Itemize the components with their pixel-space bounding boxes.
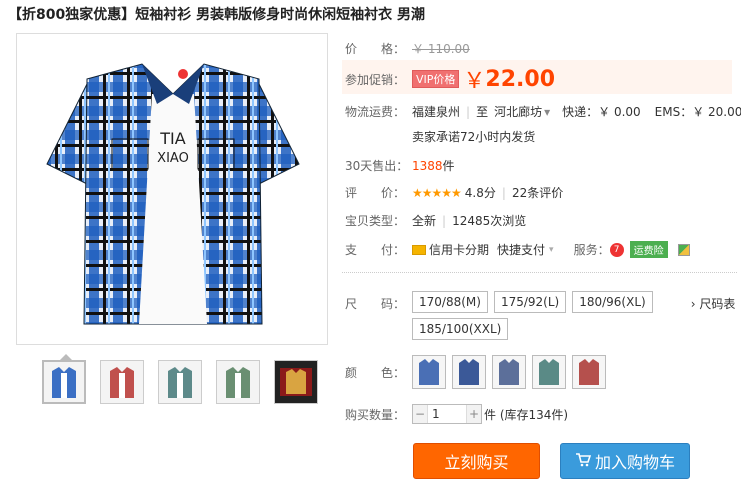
thumbnail-1[interactable] <box>42 354 86 404</box>
svg-text:XIAO: XIAO <box>157 151 189 166</box>
chevron-down-icon[interactable]: ▾ <box>544 105 550 119</box>
type-row: 宝贝类型： 全新 | 12485次浏览 <box>345 212 526 229</box>
sales-count: 1388 <box>412 158 443 173</box>
size-option[interactable]: 180/96(XL) <box>572 291 653 313</box>
payment-row: 支 付： 信用卡分期 快捷支付 ▾ 服务： 7 运费险 <box>345 241 690 258</box>
quantity-stepper: − 1 + <box>412 404 482 424</box>
rating-sep: | <box>501 185 506 200</box>
view-count: 12485次浏览 <box>452 214 527 228</box>
color-option[interactable] <box>532 355 566 389</box>
guarantee-icon[interactable] <box>677 243 690 256</box>
rating-row: 评 价： ★★★★★ 4.8分 | 22条评价 <box>345 184 563 201</box>
main-product-image[interactable]: TIA XIAO <box>16 33 328 345</box>
promo-currency: ￥ <box>463 69 486 94</box>
quantity-row: 购买数量： − 1 + 件 (库存134件) <box>345 404 568 424</box>
sales-unit: 件 <box>442 159 455 173</box>
color-label: 颜 色： <box>345 365 406 380</box>
quantity-label: 购买数量： <box>345 407 406 422</box>
ship-promise-text: 卖家承诺72小时内发货 <box>412 130 536 144</box>
shipping-from: 福建泉州 <box>412 105 461 119</box>
shipping-destination[interactable]: 河北廊坊 <box>494 103 542 120</box>
color-option[interactable] <box>572 355 606 389</box>
size-label: 尺 码： <box>345 297 406 311</box>
ems-fee: EMS：￥ 20.00 <box>654 105 741 119</box>
rating-label: 评 价： <box>345 186 406 200</box>
shipping-sep: | <box>466 104 471 119</box>
stock-info: 件 (库存134件) <box>484 407 569 422</box>
promo-row: 参加促销： VIP价格 ￥ 22.00 <box>345 63 555 95</box>
credit-installment[interactable]: 信用卡分期 <box>429 241 489 258</box>
shipping-to-prefix: 至 <box>476 105 489 119</box>
thumbnail-4[interactable] <box>216 360 260 404</box>
title-name: 短袖衬衫 男装韩版修身时尚休闲短袖衬衣 男潮 <box>135 7 425 23</box>
rating-stars: ★★★★★ <box>412 185 462 200</box>
vip-tag: VIP价格 <box>412 70 460 88</box>
product-title: 【折800独家优惠】短袖衬衫 男装韩版修身时尚休闲短袖衬衣 男潮 <box>8 4 425 24</box>
shipping-label: 物流运费： <box>345 105 406 119</box>
size-option[interactable]: 185/100(XXL) <box>412 318 509 340</box>
ship-promise: 卖家承诺72小时内发货 <box>412 128 535 145</box>
quantity-input[interactable]: 1 <box>427 405 467 423</box>
express-fee: 快递：￥ 0.00 <box>562 105 641 119</box>
color-row: 颜 色： <box>345 355 612 389</box>
promo-price: 22.00 <box>485 66 556 92</box>
color-option[interactable] <box>492 355 526 389</box>
type-label: 宝贝类型： <box>345 214 406 228</box>
buy-now-label: 立刻购买 <box>444 453 509 472</box>
seven-day-return-icon[interactable]: 7 <box>609 242 624 257</box>
original-price: ￥ 110.00 <box>412 42 470 56</box>
thumbnail-3[interactable] <box>158 360 202 404</box>
increment-button[interactable]: + <box>467 405 481 423</box>
shipping-row: 物流运费： 福建泉州 | 至 河北廊坊 ▾ 快递：￥ 0.00 EMS：￥ 20… <box>345 103 741 120</box>
svg-text:TIA: TIA <box>159 129 185 148</box>
buy-now-button[interactable]: 立刻购买 <box>413 443 540 479</box>
color-option[interactable] <box>452 355 486 389</box>
thumbnail-5[interactable] <box>274 360 318 404</box>
size-row: 尺 码： 170/88(M) 175/92(L) 180/96(XL) › 尺码… <box>345 291 735 313</box>
credit-card-icon <box>412 244 426 255</box>
payment-label: 支 付： <box>345 243 406 257</box>
reviews-link[interactable]: 22条评价 <box>512 184 563 201</box>
condition: 全新 <box>412 214 437 228</box>
sales-label: 30天售出： <box>345 159 409 173</box>
price-row: 价 格： ￥ 110.00 <box>345 40 470 57</box>
color-option[interactable] <box>412 355 446 389</box>
size-option[interactable]: 170/88(M) <box>412 291 488 313</box>
size-option[interactable]: 175/92(L) <box>493 291 567 313</box>
size-row-2: 185/100(XXL) <box>412 318 514 340</box>
type-sep: | <box>442 213 447 228</box>
shipping-insurance-badge[interactable]: 运费险 <box>629 241 668 258</box>
rating-score: 4.8分 <box>464 186 496 200</box>
quick-pay[interactable]: 快捷支付 <box>497 241 545 258</box>
promo-label: 参加促销： <box>345 72 406 87</box>
price-label: 价 格： <box>345 42 406 56</box>
thumbnail-strip <box>42 354 318 404</box>
section-divider <box>342 272 737 273</box>
cart-icon <box>575 452 592 471</box>
decrement-button[interactable]: − <box>413 405 427 423</box>
thumbnail-2[interactable] <box>100 360 144 404</box>
add-to-cart-button[interactable]: 加入购物车 <box>560 443 690 479</box>
quick-pay-chevron-icon[interactable]: ▾ <box>549 245 554 255</box>
service-label: 服务： <box>573 243 610 257</box>
sales-row: 30天售出： 1388 件 <box>345 157 455 174</box>
add-to-cart-label: 加入购物车 <box>594 453 675 472</box>
size-chart-link[interactable]: › 尺码表 <box>691 291 736 312</box>
title-promo: 【折800独家优惠】 <box>8 7 136 23</box>
